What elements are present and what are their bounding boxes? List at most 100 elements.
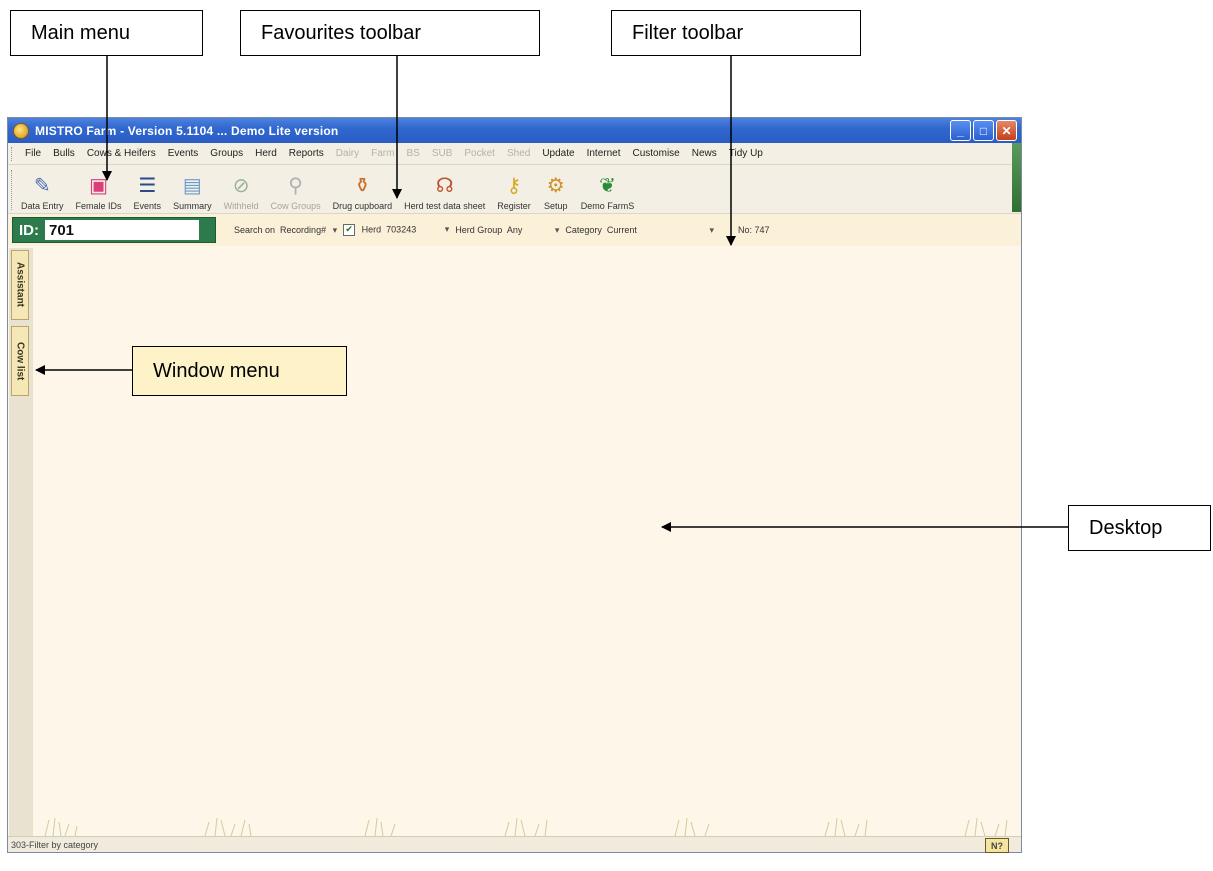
id-input[interactable]: 701 [45, 220, 199, 240]
filter-toolbar: ID: 701 Search on Recording# ▾ ✔ Herd 70… [8, 214, 1021, 246]
minimize-button[interactable]: _ [950, 120, 971, 141]
sidetab-assistant[interactable]: Assistant [11, 250, 29, 320]
menu-item-farm[interactable]: Farm [365, 148, 400, 159]
herd-test-icon: ☊ [435, 174, 454, 197]
menu-item-sub[interactable]: SUB [426, 148, 459, 159]
menu-item-dairy[interactable]: Dairy [330, 148, 365, 159]
help-icon[interactable]: N? [985, 838, 1009, 853]
setup-icon: ⚙ [546, 174, 565, 197]
category-label: Category [565, 224, 602, 235]
menu-item-bs[interactable]: BS [400, 148, 425, 159]
fav-label: Drug cupboard [332, 201, 393, 211]
maximize-button[interactable]: □ [973, 120, 994, 141]
herd-checkbox[interactable]: ✔ [343, 224, 356, 236]
menu-item-pocket[interactable]: Pocket [458, 148, 501, 159]
title-bar[interactable]: MISTRO Farm - Version 5.1104 ... Demo Li… [8, 118, 1021, 143]
callout-desktop: Desktop [1068, 505, 1211, 551]
cow-tag-icon: ▣ [89, 174, 108, 197]
search-on-label: Search on [234, 224, 276, 235]
chevron-down-icon[interactable]: ▾ [333, 225, 338, 235]
window-controls: _ □ ✕ [950, 120, 1017, 141]
list-icon: ☰ [138, 174, 157, 197]
category-value: Current [606, 224, 637, 235]
menu-item-cows-heifers[interactable]: Cows & Heifers [81, 148, 162, 159]
herd-group-filter[interactable]: Herd Group Any ▾ [455, 225, 565, 236]
fav-label: Herd test data sheet [404, 201, 486, 211]
fav-label: Demo FarmS [580, 201, 635, 211]
farm-icon: ❦ [599, 174, 616, 197]
menu-item-shed[interactable]: Shed [501, 148, 536, 159]
callout-main-menu: Main menu [10, 10, 203, 56]
id-label: ID: [19, 221, 39, 239]
menu-item-news[interactable]: News [686, 148, 723, 159]
fav-label: Withheld [223, 201, 259, 211]
fav-data-entry-button[interactable]: ✎ Data Entry [15, 167, 70, 213]
fav-events-button[interactable]: ☰ Events [128, 167, 168, 213]
herd-group-value: Any [506, 224, 523, 235]
fav-label: Female IDs [75, 201, 122, 211]
fav-label: Summary [173, 201, 212, 211]
fav-label: Events [133, 201, 162, 211]
fav-female-ids-button[interactable]: ▣ Female IDs [70, 167, 128, 213]
callout-main-menu-label: Main menu [31, 21, 130, 44]
desktop-area[interactable] [35, 248, 1018, 836]
menu-item-internet[interactable]: Internet [581, 148, 627, 159]
herd-label: Herd [361, 224, 382, 235]
fav-summary-button[interactable]: ▤ Summary [167, 167, 218, 213]
menu-item-reports[interactable]: Reports [283, 148, 330, 159]
menu-item-customise[interactable]: Customise [627, 148, 686, 159]
menu-item-tidy-up[interactable]: Tidy Up [723, 148, 769, 159]
fav-register-button[interactable]: ⚷ Register [491, 167, 537, 213]
menu-item-herd[interactable]: Herd [249, 148, 283, 159]
pencil-icon: ✎ [33, 174, 51, 197]
sidetab-assistant-label: Assistant [14, 262, 26, 308]
fav-label: Cow Groups [270, 201, 321, 211]
fav-label: Register [497, 201, 531, 211]
fav-herd-test-data-sheet-button[interactable]: ☊ Herd test data sheet [398, 167, 491, 213]
fav-withheld-button[interactable]: ⊘ Withheld [218, 167, 265, 213]
no-entry-icon: ⊘ [232, 174, 250, 197]
document-icon: ▤ [182, 174, 202, 197]
menu-item-update[interactable]: Update [536, 148, 580, 159]
callout-filter-toolbar-label: Filter toolbar [632, 21, 744, 44]
callout-desktop-label: Desktop [1089, 516, 1163, 539]
sidetab-cow-list-label: Cow list [14, 341, 26, 381]
app-logo-icon [13, 122, 29, 139]
window-title: MISTRO Farm - Version 5.1104 ... Demo Li… [35, 123, 339, 138]
key-icon: ⚷ [506, 174, 522, 197]
callout-favourites-toolbar-label: Favourites toolbar [261, 21, 422, 44]
fav-label: Data Entry [21, 201, 64, 211]
search-on-value: Recording# [280, 224, 327, 235]
menu-item-events[interactable]: Events [162, 148, 205, 159]
favourites-toolbar: ✎ Data Entry ▣ Female IDs ☰ Events ▤ Summary ⊘ Wi… [8, 164, 1021, 214]
herd-group-label: Herd Group [455, 224, 503, 235]
category-filter[interactable]: Category Current ▾ [565, 225, 720, 236]
herd-value: 703243 [386, 224, 417, 235]
menu-item-file[interactable]: File [19, 148, 47, 159]
record-count: No: 747 [737, 225, 770, 235]
herd-filter[interactable]: ✔ Herd 703243 ▾ [343, 224, 455, 236]
fav-drug-cupboard-button[interactable]: ⚱ Drug cupboard [327, 167, 399, 213]
fav-cow-groups-button[interactable]: ⚲ Cow Groups [265, 167, 327, 213]
fav-label: Setup [543, 201, 568, 211]
chevron-down-icon[interactable]: ▾ [709, 225, 714, 235]
chevron-down-icon[interactable]: ▾ [555, 225, 560, 235]
toolbar-side-handle[interactable] [1012, 143, 1021, 212]
search-on-filter[interactable]: Search on Recording# ▾ [234, 225, 343, 236]
main-menu: File Bulls Cows & Heifers Events Groups Herd R… [8, 143, 1021, 164]
chevron-down-icon[interactable]: ▾ [445, 224, 450, 234]
fav-setup-button[interactable]: ⚙ Setup [537, 167, 575, 213]
menu-item-bulls[interactable]: Bulls [47, 148, 81, 159]
callout-filter-toolbar: Filter toolbar [611, 10, 861, 56]
status-text: 303-Filter by category [11, 839, 99, 850]
status-bar: 303-Filter by category N? [8, 836, 1021, 853]
menu-item-groups[interactable]: Groups [204, 148, 249, 159]
menu-grip[interactable] [11, 146, 15, 161]
app-window: MISTRO Farm - Version 5.1104 ... Demo Li… [7, 117, 1022, 853]
sidetab-cow-list[interactable]: Cow list [11, 326, 29, 396]
close-button[interactable]: ✕ [996, 120, 1017, 141]
fav-demo-farms-button[interactable]: ❦ Demo FarmS [575, 167, 641, 213]
window-menu: Assistant Cow list [9, 248, 33, 836]
bottle-icon: ⚱ [354, 174, 371, 197]
groups-icon: ⚲ [288, 174, 303, 197]
